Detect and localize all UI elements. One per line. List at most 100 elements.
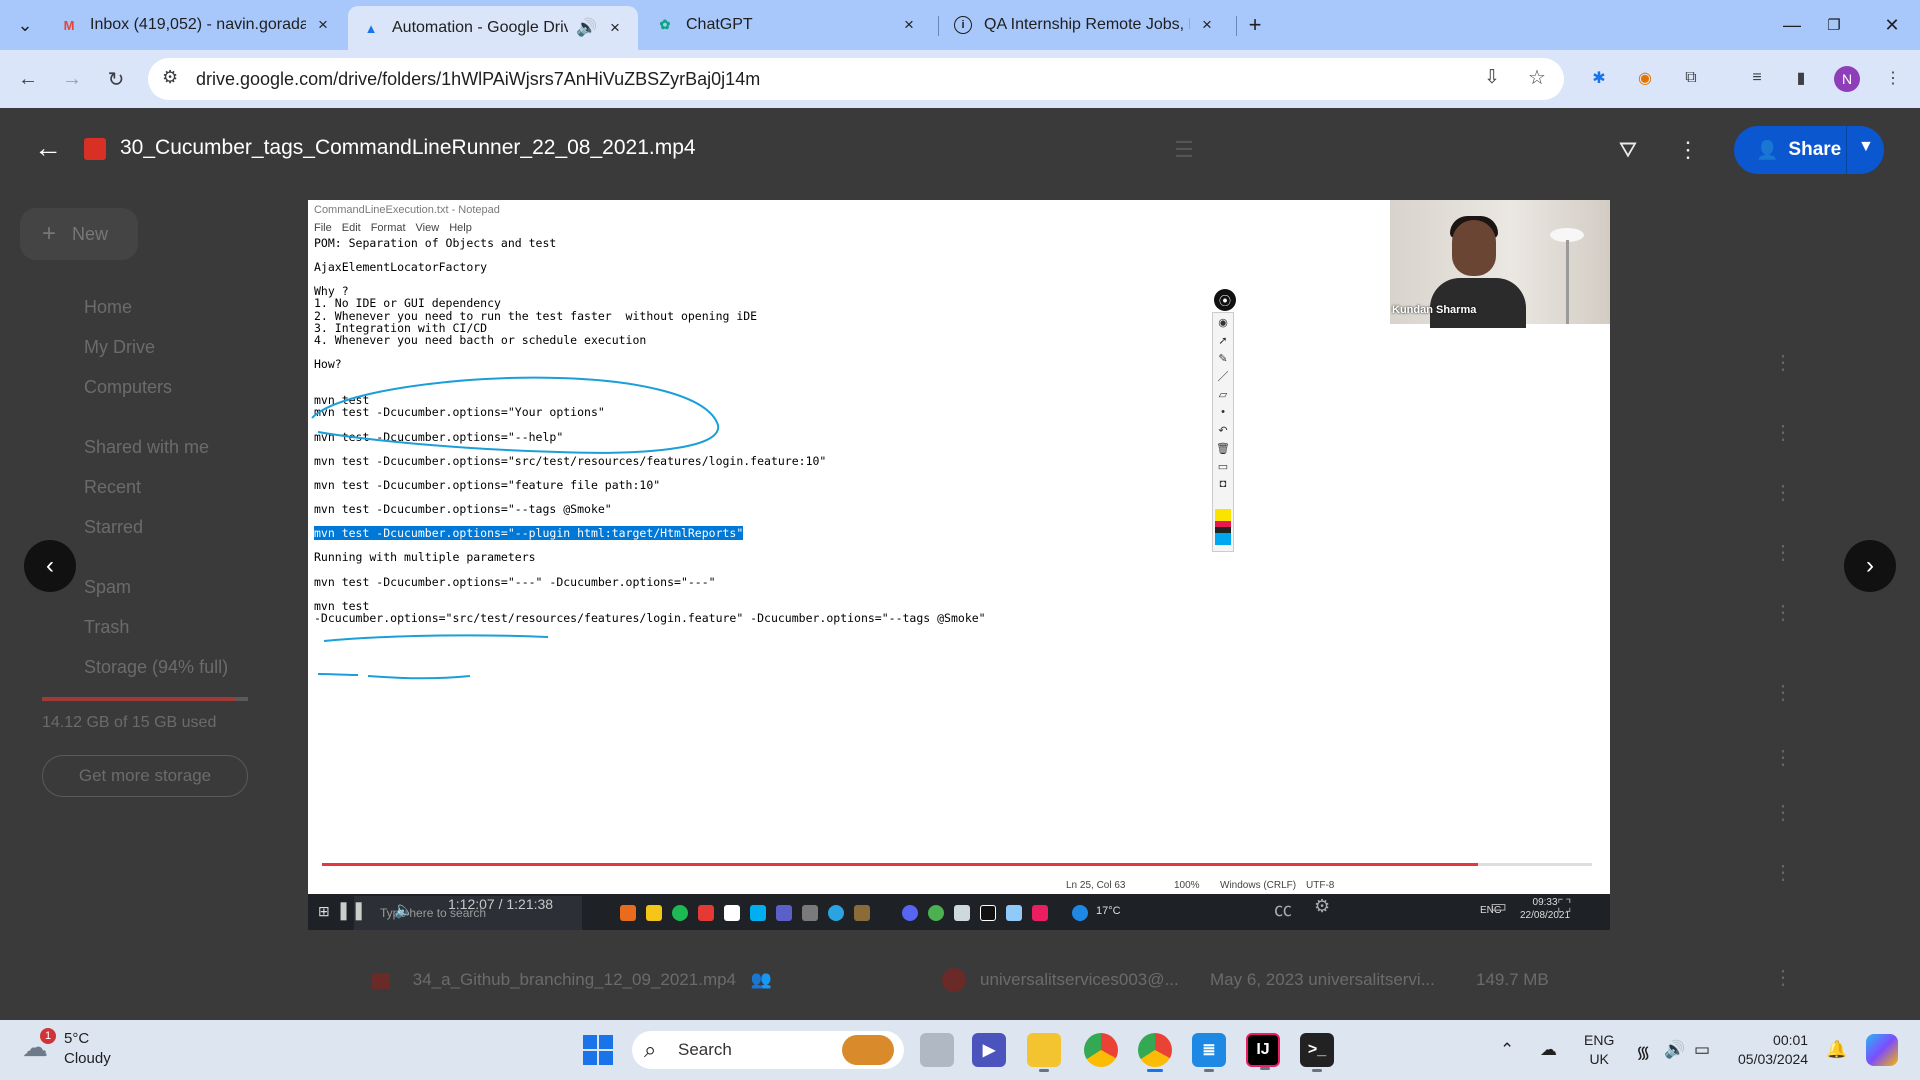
storage-bar-fill — [42, 697, 236, 701]
more-options-icon[interactable]: ⋮ — [1773, 350, 1793, 375]
tab-gmail[interactable]: M Inbox (419,052) - navin.goradar × — [46, 8, 346, 42]
sidebar-item-my-drive[interactable]: My Drive — [84, 337, 155, 358]
terminal-icon[interactable]: >_ — [1300, 1033, 1334, 1072]
tab-close-icon[interactable]: × — [1198, 15, 1216, 35]
profile-avatar[interactable]: N — [1834, 66, 1860, 92]
battery-icon[interactable]: ▭ — [1694, 1040, 1710, 1060]
captions-icon[interactable]: ㏄ — [1274, 896, 1292, 922]
intellij-idea-icon[interactable]: IJ — [1246, 1033, 1280, 1070]
url-text[interactable]: drive.google.com/drive/folders/1hWlPAiWj… — [196, 69, 760, 90]
more-options-icon[interactable]: ⋮ — [1773, 600, 1793, 625]
side-panel-icon[interactable]: ▮ — [1788, 65, 1814, 91]
volume-icon[interactable]: 🔊 — [1664, 1040, 1685, 1060]
sidebar-item-starred[interactable]: Starred — [84, 517, 143, 538]
sidebar-item-storage[interactable]: Storage (94% full) — [84, 657, 228, 678]
more-options-icon[interactable]: ⋮ — [1773, 965, 1793, 990]
tab-close-icon[interactable]: × — [314, 15, 332, 35]
task-view-icon[interactable] — [920, 1033, 954, 1067]
previous-file-button[interactable]: ‹ — [24, 540, 76, 592]
bookmark-star-icon[interactable]: ☆ — [1528, 65, 1546, 90]
sidebar-item-spam[interactable]: Spam — [84, 577, 131, 598]
new-tab-button[interactable]: + — [1230, 0, 1280, 50]
more-options-icon[interactable]: ⋮ — [1773, 540, 1793, 565]
onedrive-icon[interactable]: ☁ — [1540, 1040, 1557, 1060]
sidebar-item-shared[interactable]: Shared with me — [84, 437, 209, 458]
tab-chatgpt[interactable]: ✿ ChatGPT × — [642, 8, 932, 42]
zoom-meetings-icon[interactable]: ▶ — [972, 1033, 1006, 1067]
copilot-icon[interactable] — [1866, 1034, 1898, 1066]
extension-icon[interactable]: ◉ — [1632, 65, 1658, 91]
puzzle-icon[interactable]: ⧉ — [1678, 65, 1704, 91]
info-icon: i — [954, 16, 972, 34]
video-player[interactable]: CommandLineExecution.txt - Notepad File … — [308, 200, 1610, 930]
system-clock[interactable]: 00:01 05/03/2024 — [1738, 1031, 1808, 1069]
address-bar[interactable]: ⚙ drive.google.com/drive/folders/1hWlPAi… — [148, 58, 1564, 100]
wifi-icon[interactable]: ᯾ — [1636, 1040, 1650, 1063]
app-icon — [698, 905, 714, 921]
tab-search-chevron-icon[interactable]: ⌄ — [0, 0, 50, 50]
taskbar-search[interactable]: ⌕ Search — [632, 1031, 904, 1069]
file-icon — [372, 972, 390, 989]
chrome-icon[interactable] — [1084, 1033, 1118, 1067]
chrome-profile-icon[interactable] — [1138, 1033, 1172, 1072]
tab-qa-internship[interactable]: i QA Internship Remote Jobs, Em × — [940, 8, 1230, 42]
search-placeholder: Search — [678, 1040, 732, 1059]
marker-icon: ／ — [1217, 371, 1229, 383]
language-indicator[interactable]: ENG UK — [1584, 1031, 1614, 1069]
tab-label: ChatGPT — [686, 16, 753, 33]
app-icon — [620, 905, 636, 921]
back-arrow-icon[interactable]: ← — [28, 128, 68, 168]
sidebar-item-home[interactable]: Home — [84, 297, 132, 318]
forward-arrow-icon[interactable]: → — [56, 63, 88, 95]
back-arrow-icon[interactable]: ← — [12, 63, 44, 95]
sidebar-item-trash[interactable]: Trash — [84, 617, 129, 638]
settings-gear-icon[interactable]: ⚙ — [1314, 896, 1330, 917]
more-options-icon[interactable]: ⋮ — [1773, 745, 1793, 770]
windows-taskbar — [0, 1020, 1920, 1080]
restore-icon[interactable]: ❐ — [1806, 0, 1862, 50]
video-file-icon — [84, 138, 106, 160]
site-info-icon[interactable]: ⚙ — [162, 67, 178, 88]
more-options-icon[interactable]: ⋮ — [1773, 800, 1793, 825]
volume-icon[interactable]: 🔈 — [394, 900, 414, 920]
fullscreen-icon[interactable]: ⛶ — [1558, 896, 1571, 917]
get-more-storage-button[interactable]: Get more storage — [42, 755, 248, 797]
more-options-icon[interactable]: ⋮ — [1773, 480, 1793, 505]
share-button[interactable]: 👤 Share ▼ — [1734, 126, 1884, 174]
file-name: 34_a_Github_branching_12_09_2021.mp4 — [412, 970, 737, 989]
background-file-row[interactable]: 34_a_Github_branching_12_09_2021.mp4 👥 u… — [372, 968, 1549, 992]
install-app-icon[interactable]: ⇩ — [1484, 66, 1500, 89]
reload-icon[interactable]: ↻ — [100, 63, 132, 95]
add-to-drive-icon[interactable]: ⛛ — [1612, 134, 1644, 166]
close-window-icon[interactable]: ✕ — [1864, 0, 1920, 50]
chevron-down-icon[interactable]: ▼ — [1858, 138, 1874, 156]
start-button[interactable] — [583, 1035, 613, 1065]
more-menu-icon[interactable]: ⋮ — [1880, 65, 1906, 91]
sidebar-item-computers[interactable]: Computers — [84, 377, 172, 398]
tab-google-drive[interactable]: ▲ Automation - Google Drive 🔊 × — [348, 6, 638, 50]
file-explorer-icon[interactable] — [1027, 1033, 1061, 1072]
tab-close-icon[interactable]: × — [900, 15, 918, 35]
new-button[interactable]: + New — [20, 208, 138, 260]
notification-bell-icon[interactable]: 🔔 — [1826, 1040, 1847, 1060]
next-file-button[interactable]: › — [1844, 540, 1896, 592]
more-options-icon[interactable]: ⋮ — [1773, 860, 1793, 885]
more-options-icon[interactable]: ⋮ — [1773, 680, 1793, 705]
theater-mode-icon[interactable]: ▭ — [1490, 896, 1507, 917]
video-progress-bar[interactable] — [322, 863, 1592, 866]
notepad-icon[interactable]: ≣ — [1192, 1033, 1226, 1072]
chevron-up-icon[interactable]: ⌃ — [1500, 1040, 1514, 1060]
file-title: 30_Cucumber_tags_CommandLineRunner_22_08… — [120, 136, 696, 159]
speaker-icon[interactable]: 🔊 — [576, 18, 597, 38]
filter-icon[interactable]: ☰ — [1168, 134, 1200, 166]
tab-close-icon[interactable]: × — [606, 18, 624, 38]
file-size: 149.7 MB — [1476, 970, 1549, 989]
more-actions-icon[interactable]: ⋮ — [1672, 134, 1704, 166]
media-control-icon[interactable]: ≡ — [1744, 65, 1770, 91]
extension-icon[interactable]: ✱ — [1586, 65, 1612, 91]
sidebar-item-recent[interactable]: Recent — [84, 477, 141, 498]
more-options-icon[interactable]: ⋮ — [1773, 420, 1793, 445]
language-bottom: UK — [1589, 1051, 1609, 1067]
intellij-icon — [1032, 905, 1048, 921]
pause-icon[interactable]: ❚❚ — [336, 900, 366, 921]
